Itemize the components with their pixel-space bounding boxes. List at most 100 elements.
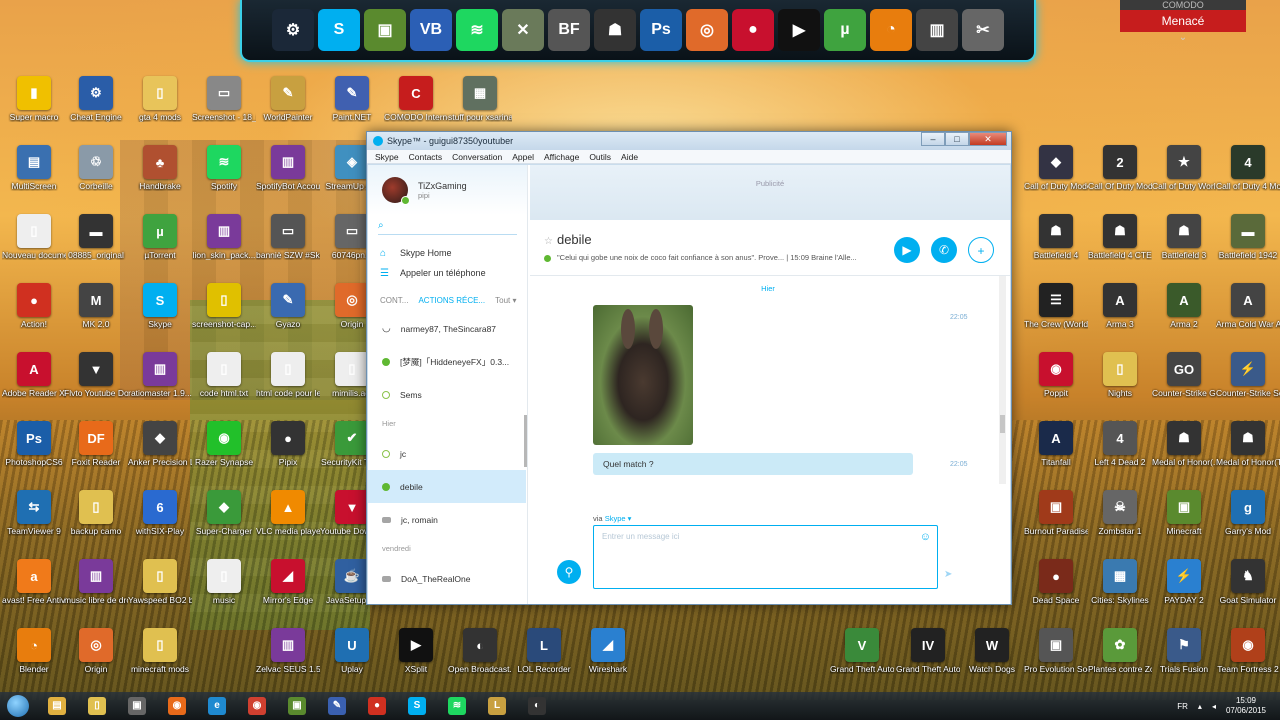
desktop-shortcut[interactable]: ▭ banniè SZW #Skill2Win fini [256,214,320,260]
desktop-shortcut[interactable]: ☗ Medal of Honor(... [1152,421,1216,467]
desktop-shortcut[interactable]: ▯ Yawspeed BO2 by ImpulsivePa... [128,559,192,605]
desktop-shortcut[interactable]: ✎ Paint.NET [320,76,384,122]
desktop-shortcut[interactable]: ◉ Razer Synapse [192,421,256,467]
desktop-shortcut[interactable]: 6 withSIX-Play [128,490,192,536]
desktop-shortcut[interactable]: g Garry's Mod [1216,490,1280,536]
desktop-shortcut[interactable]: ▭ Screenshot - 18_06_201... [192,76,256,122]
contact-item[interactable]: jc [368,437,526,470]
desktop-shortcut[interactable]: ◢ Mirror's Edge [256,559,320,605]
start-button[interactable] [0,692,36,720]
message-bubble[interactable]: Quel match ? [593,453,913,475]
search-input[interactable]: ⌕ [378,217,517,235]
desktop-shortcut[interactable]: S Skype [128,283,192,329]
desktop-shortcut[interactable]: C COMODO Internet Security [384,76,448,122]
contact-item[interactable]: jc, romain [368,503,526,536]
menu-item[interactable]: Contacts [409,152,443,162]
desktop-shortcut[interactable]: ◆ Super-Charger [192,490,256,536]
menu-item[interactable]: Aide [621,152,638,162]
nav-call-phone[interactable]: ☰ Appeler un téléphone [368,263,527,283]
desktop-shortcut[interactable]: GO Counter-Strike Global Offensive [1152,352,1216,398]
desktop-shortcut[interactable]: ♞ Goat Simulator [1216,559,1280,605]
desktop-shortcut[interactable]: ☗ Medal of Honor(TM... [1216,421,1280,467]
menu-item[interactable]: Affichage [544,152,579,162]
language-indicator[interactable]: FR [1177,702,1188,711]
tools-icon[interactable]: ✂ [962,9,1004,51]
taskbar-button[interactable]: e [198,694,236,718]
emoticon-icon[interactable]: ☺ [920,531,931,543]
desktop-shortcut[interactable]: ▥ SpotifyBot AccountCreator [256,145,320,191]
desktop-shortcut[interactable]: ▦ stuff pour xsarina [448,76,512,122]
desktop-shortcut[interactable]: ▯ music [192,559,256,605]
message-compose-box[interactable]: ☺ [593,525,938,589]
desktop-shortcut[interactable]: ♲ Corbeille [64,145,128,191]
desktop-shortcut[interactable]: ▦ Cities: Skylines [1088,559,1152,605]
nav-skype-home[interactable]: ⌂ Skype Home [368,243,527,263]
minimize-button[interactable]: – [921,132,945,146]
blender-icon[interactable]: ◔ [870,9,912,51]
favorite-star-icon[interactable]: ☆ [544,236,553,247]
desktop-shortcut[interactable]: ✎ WorldPainter [256,76,320,122]
close-button[interactable]: ✕ [969,132,1007,146]
desktop-shortcut[interactable]: ◉ Team Fortress 2 [1216,628,1280,674]
comodo-status[interactable]: Menacé [1120,10,1246,32]
clock[interactable]: 15:09 07/06/2015 [1226,696,1266,716]
desktop-shortcut[interactable]: ▣ Burnout Paradise The Ultimate Box [1024,490,1088,536]
window-titlebar[interactable]: Skype™ - guigui87350youtuber – □ ✕ [367,132,1011,150]
xsplit-icon[interactable]: ▶ [778,9,820,51]
shared-photo[interactable] [593,305,693,445]
taskbar-button[interactable]: ● [358,694,396,718]
desktop-shortcut[interactable]: IV Grand Theft Auto IV [896,628,960,674]
video-call-button[interactable]: ▶ [894,237,920,263]
taskbar-button[interactable]: ◉ [238,694,276,718]
maximize-button[interactable]: □ [945,132,969,146]
contact-item[interactable]: debile [368,470,526,503]
desktop-shortcut[interactable]: A Adobe Reader XI [2,352,66,398]
desktop-shortcut[interactable]: ▤ MultiScreen [2,145,66,191]
desktop-shortcut[interactable]: ☗ Battlefield 4 CTE (x64 bit) [1088,214,1152,260]
desktop-shortcut[interactable]: ⇆ TeamViewer 9 [2,490,66,536]
desktop-shortcut[interactable]: M MK 2.0 [64,283,128,329]
desktop-shortcut[interactable]: a avast! Free Antivirus [2,559,66,605]
taskbar-button[interactable]: ✎ [318,694,356,718]
menu-item[interactable]: Appel [512,152,534,162]
desktop-shortcut[interactable]: ● Dead Space [1024,559,1088,605]
desktop-shortcut[interactable]: ▶ XSplit [384,628,448,674]
comodo-widget[interactable]: COMODO Menacé ⌄ [1120,0,1246,50]
desktop-shortcut[interactable]: ▯ screenshot-cap... [192,283,256,329]
visual-basic-icon[interactable]: VB [410,9,452,51]
taskbar-button[interactable]: ≋ [438,694,476,718]
desktop-shortcut[interactable]: ▲ VLC media player [256,490,320,536]
desktop-shortcut[interactable]: ⚡ PAYDAY 2 [1152,559,1216,605]
contact-item[interactable]: Sems [368,378,526,411]
steam-icon[interactable]: ⚙ [272,9,314,51]
desktop-shortcut[interactable]: ◉ Poppit [1024,352,1088,398]
taskbar-button[interactable]: ▣ [118,694,156,718]
desktop-shortcut[interactable]: ◆ Call of Duty Modern Warfa... [1024,145,1088,191]
filter-dropdown[interactable]: Tout ▾ [495,296,516,305]
taskbar-button[interactable]: ▤ [38,694,76,718]
desktop-shortcut[interactable]: ⚑ Trials Fusion [1152,628,1216,674]
desktop-shortcut[interactable]: ♣ Handbrake [128,145,192,191]
desktop-shortcut[interactable]: DF Foxit Reader [64,421,128,467]
chat-scrollbar[interactable] [999,276,1006,484]
desktop-shortcut[interactable]: ☰ The Crew (Worldwide) [1024,283,1088,329]
chevron-down-icon[interactable]: ⌄ [1120,32,1246,46]
volume-icon[interactable]: ◂ [1212,702,1216,711]
taskbar-button[interactable]: L [478,694,516,718]
desktop-shortcut[interactable]: W Watch Dogs [960,628,1024,674]
desktop-shortcut[interactable]: ▯ backup camo [64,490,128,536]
desktop-shortcut[interactable]: ▯ Nights [1088,352,1152,398]
message-input[interactable] [602,532,902,541]
contact-item[interactable]: DoA_TheRealOne [368,562,526,595]
desktop-shortcut[interactable]: ▯ Nouveau document texte [2,214,66,260]
cheat-engine-icon[interactable]: ✕ [502,9,544,51]
desktop-shortcut[interactable]: A Arma 3 [1088,283,1152,329]
device-icon[interactable]: ▥ [916,9,958,51]
desktop-shortcut[interactable]: Ps PhotoshopCS6 [2,421,66,467]
desktop-shortcut[interactable]: ● Pipix [256,421,320,467]
menu-item[interactable]: Skype [375,152,399,162]
tab-recent[interactable]: ACTIONS RÉCE... [418,296,485,305]
desktop-shortcut[interactable]: µ µTorrent [128,214,192,260]
desktop-shortcut[interactable]: A Arma Cold War Assault [1216,283,1280,329]
game-icon[interactable]: ☗ [594,9,636,51]
